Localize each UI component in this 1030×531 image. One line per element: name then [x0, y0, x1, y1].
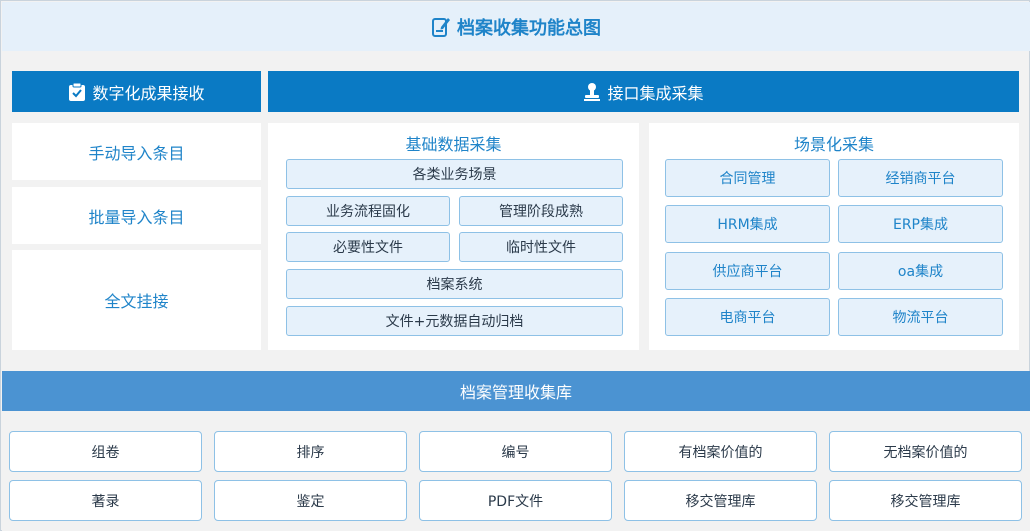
library-items-area: 组卷 排序 编号 有档案价值的 无档案价值的 著录 鉴定 PDF文件 移交管理库… [2, 411, 1030, 531]
scene-panel: 场景化采集 合同管理 经销商平台 HRM集成 ERP集成 供应商平台 oa集成 … [649, 123, 1019, 350]
scene-item: 物流平台 [838, 298, 1003, 336]
scene-item: HRM集成 [665, 205, 830, 243]
scene-item: 合同管理 [665, 159, 830, 197]
scene-item: oa集成 [838, 252, 1003, 290]
stamp-icon [584, 82, 601, 101]
library-item: 有档案价值的 [624, 431, 817, 472]
library-item: 著录 [9, 480, 202, 521]
library-item: 编号 [419, 431, 612, 472]
library-item: 鉴定 [214, 480, 407, 521]
basic-item: 文件+元数据自动归档 [286, 306, 623, 336]
basic-item: 临时性文件 [459, 232, 623, 262]
scene-title: 场景化采集 [793, 135, 874, 154]
basic-item: 各类业务场景 [286, 159, 623, 189]
library-item: 移交管理库 [829, 480, 1022, 521]
library-item: 组卷 [9, 431, 202, 472]
basic-item: 必要性文件 [286, 232, 450, 262]
basic-data-title: 基础数据采集 [405, 135, 502, 154]
digital-receive-label: 数字化成果接收 [92, 83, 205, 103]
interface-label: 接口集成采集 [607, 83, 704, 103]
fulltext-attach-label: 全文挂接 [104, 292, 169, 311]
scene-item: 经销商平台 [838, 159, 1003, 197]
library-item: 无档案价值的 [829, 431, 1022, 472]
header: 档案收集功能总图 [2, 2, 1030, 51]
page-title: 档案收集功能总图 [457, 17, 601, 39]
scene-item: 供应商平台 [665, 252, 830, 290]
edit-document-icon [432, 17, 450, 37]
clipboard-check-icon [69, 82, 86, 101]
archive-library-label: 档案管理收集库 [459, 383, 572, 402]
interface-header: 接口集成采集 [268, 71, 1019, 112]
manual-import-card: 手动导入条目 [12, 123, 261, 180]
basic-data-panel: 基础数据采集 各类业务场景 业务流程固化 管理阶段成熟 必要性文件 临时性文件 … [268, 123, 639, 350]
library-item: 排序 [214, 431, 407, 472]
library-item: 移交管理库 [624, 480, 817, 521]
diagram-frame: 档案收集功能总图 数字化成果接收 手动导入条目 批量导入条目 全文挂接 接口集成… [0, 0, 1030, 531]
basic-item: 档案系统 [286, 269, 623, 299]
batch-import-card: 批量导入条目 [12, 187, 261, 244]
digital-receive-header: 数字化成果接收 [12, 71, 261, 112]
manual-import-label: 手动导入条目 [88, 143, 185, 163]
scene-item: ERP集成 [838, 205, 1003, 243]
library-item: PDF文件 [419, 480, 612, 521]
archive-library-bar: 档案管理收集库 [2, 371, 1030, 411]
basic-item: 业务流程固化 [286, 196, 450, 226]
fulltext-attach-card: 全文挂接 [12, 250, 261, 350]
basic-item: 管理阶段成熟 [459, 196, 623, 226]
batch-import-label: 批量导入条目 [88, 207, 185, 227]
scene-item: 电商平台 [665, 298, 830, 336]
